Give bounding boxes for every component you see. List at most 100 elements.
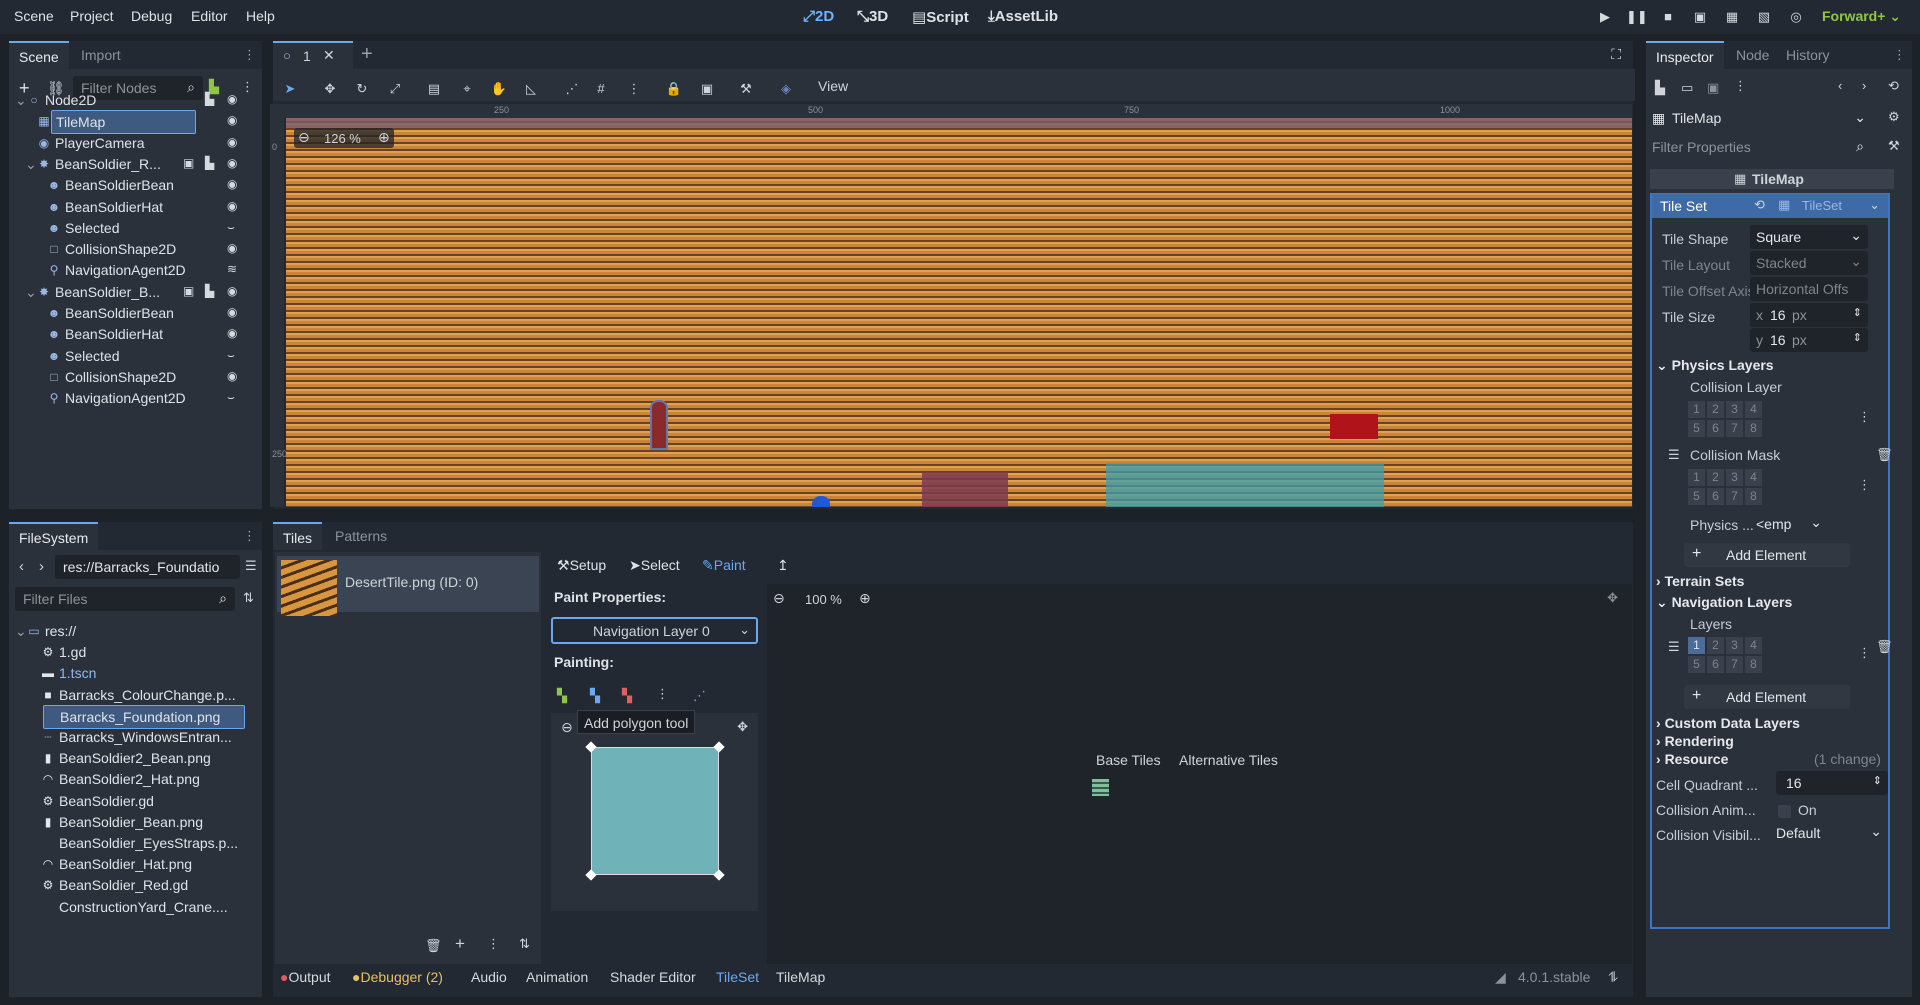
tab-animation[interactable]: Animation [526, 969, 588, 985]
tile-set-row[interactable]: Tile Set ⟲ ▦ TileSet ⌄ [1652, 194, 1888, 218]
script-icon[interactable]: ▙ [205, 92, 219, 106]
new-resource-icon[interactable]: ▙ [1655, 80, 1665, 96]
layer-bit-cell[interactable]: 8 [1745, 656, 1762, 673]
scene-tree-row[interactable]: □ CollisionShape2D ◉ [9, 366, 237, 388]
scene-tree-row[interactable]: □ CollisionShape2D ◉ [9, 238, 237, 260]
layer-menu-icon[interactable]: ⋮ [1858, 477, 1871, 493]
history-icon[interactable]: ⟲ [1888, 78, 1899, 94]
zoom-in-icon[interactable]: ⊕ [859, 590, 871, 607]
zoom-in-icon[interactable]: ⊕ [378, 129, 390, 146]
movie-maker-icon[interactable]: ◎ [1786, 7, 1806, 27]
close-icon[interactable]: ✕ [323, 47, 335, 64]
scene-instance-icon[interactable]: ▣ [183, 156, 197, 170]
tab-inspector[interactable]: Inspector [1646, 41, 1724, 69]
visibility-icon[interactable]: ◉ [227, 369, 241, 383]
tab-audio[interactable]: Audio [471, 969, 507, 985]
polygon-editor[interactable]: ⊖ ✥ [551, 713, 758, 911]
chevron-down-icon[interactable]: ⌄ [25, 281, 37, 303]
visibility-icon[interactable]: ◉ [227, 177, 241, 191]
layer-bit-cell[interactable]: 2 [1707, 637, 1724, 654]
tab-shader-editor[interactable]: Shader Editor [610, 969, 696, 985]
layer-bit-cell[interactable]: 2 [1707, 401, 1724, 418]
signal-icon[interactable]: ≋ [227, 262, 241, 276]
polygon-edit-icon[interactable]: ▚ [590, 688, 600, 704]
atlas-view[interactable]: ⊖ 100 % ⊕ ✥ Base Tiles Alternative Tiles [767, 584, 1632, 964]
layer-bit-cell[interactable]: 7 [1726, 656, 1743, 673]
tab-debugger[interactable]: ●Debugger (2) [352, 969, 443, 985]
collision-mask-grid[interactable]: 1234 5678 [1688, 469, 1763, 505]
visibility-icon[interactable]: ◉ [227, 113, 241, 127]
pan-tool-icon[interactable]: ✋ [490, 80, 508, 98]
select-button[interactable]: ➤Select [629, 557, 680, 574]
stepper-icon[interactable]: ⇕ [1873, 774, 1882, 787]
sort-icon[interactable]: ⇅ [519, 936, 530, 952]
scale-tool-icon[interactable]: ⤢ [386, 80, 404, 98]
file-tree-item[interactable]: ▬ 1.tscn [9, 662, 249, 684]
tile-offset-select[interactable]: Horizontal Offs [1750, 277, 1868, 301]
file-tree-item[interactable]: ◠ BeanSoldier2_Hat.png [9, 768, 249, 790]
layer-bit-cell[interactable]: 3 [1726, 469, 1743, 486]
layer-bit-cell[interactable]: 1 [1688, 637, 1705, 654]
polygon-add-icon[interactable]: ▚ [557, 688, 567, 704]
scene-menu-icon[interactable]: ⋮ [241, 79, 254, 95]
collision-layer-grid[interactable]: 1234 5678 [1688, 401, 1763, 437]
renderer-select[interactable]: Forward+ ⌄ [1822, 8, 1901, 25]
stop-icon[interactable]: ■ [1658, 7, 1678, 27]
layer-menu-icon[interactable]: ⋮ [1858, 645, 1871, 661]
layer-bit-cell[interactable]: 3 [1726, 637, 1743, 654]
physics-material-select[interactable]: <emp ⌄ [1756, 512, 1826, 536]
layer-bit-cell[interactable]: 6 [1707, 656, 1724, 673]
pin-icon[interactable]: ⥮ [1608, 969, 1618, 986]
hidden-icon[interactable]: ⌣ [227, 348, 241, 362]
remote-debug-icon[interactable]: ▣ [1690, 7, 1710, 27]
pivot-tool-icon[interactable]: ⌖ [458, 80, 476, 98]
camera-override-icon[interactable]: ◈ [777, 80, 795, 98]
collision-anim-checkbox[interactable] [1778, 805, 1791, 818]
movie-icon[interactable]: ▦ [1722, 7, 1742, 27]
visibility-icon[interactable]: ◉ [227, 326, 241, 340]
chevron-down-icon[interactable]: ⌄ [15, 89, 27, 111]
fullscreen-icon[interactable]: ⛶ [1611, 46, 1621, 63]
scene-tree-row[interactable]: ☻ BeanSoldierBean ◉ [9, 174, 238, 196]
add-element-button[interactable]: + Add Element [1684, 543, 1850, 567]
tile-layout-select[interactable]: Stacked ⌄ [1750, 251, 1868, 275]
terrain-sets-section[interactable]: › Terrain Sets [1656, 573, 1744, 589]
tools-icon[interactable]: ⚒ [1888, 138, 1900, 154]
unit-sprite[interactable] [812, 496, 830, 507]
scene-tree-row[interactable]: ⌄ ○ Node2D ▙ ◉ [9, 89, 237, 111]
tab-tilemap[interactable]: TileMap [776, 969, 825, 985]
move-tool-icon[interactable]: ✥ [321, 80, 339, 98]
collision-visibility-select[interactable]: Default ⌄ [1776, 821, 1888, 845]
scene-tree-row[interactable]: ⚲ NavigationAgent2D ⌣ [9, 387, 235, 409]
tab-scene[interactable]: Scene [9, 41, 69, 69]
tab-node[interactable]: Node [1726, 41, 1779, 69]
navigation-layer-grid[interactable]: 1234 5678 [1688, 637, 1763, 673]
zoom-out-icon[interactable]: ⊖ [773, 590, 785, 607]
layer-bit-cell[interactable]: 7 [1726, 488, 1743, 505]
barracks-sprite[interactable] [1106, 463, 1384, 507]
path-field[interactable]: res://Barracks_Foundatio [55, 555, 240, 579]
mode-assetlib-button[interactable]: ⤓AssetLib [988, 8, 1058, 25]
layer-bit-cell[interactable]: 1 [1688, 401, 1705, 418]
zoom-out-icon[interactable]: ⊖ [298, 129, 310, 146]
chevron-down-icon[interactable]: ⌄ [25, 153, 37, 175]
scene-tree-row[interactable]: ⌄ ✸ BeanSoldier_B... ▣ ▙ ◉ [9, 281, 237, 303]
navigation-polygon[interactable] [591, 747, 719, 875]
dock-menu-icon[interactable]: ⋮ [1893, 47, 1906, 63]
forward-icon[interactable]: › [1862, 78, 1866, 93]
file-tree-item[interactable]: ■ Barracks_ColourChange.p... [9, 684, 249, 706]
layer-menu-icon[interactable]: ⋮ [1858, 409, 1871, 425]
file-tree-item[interactable]: ┄ Barracks_WindowsEntran... [9, 726, 249, 748]
grid-snap-icon[interactable]: # [592, 80, 610, 98]
setup-button[interactable]: ⚒Setup [557, 557, 606, 574]
split-view-icon[interactable]: ☰ [245, 558, 257, 574]
scene-tree-row[interactable]: ☻ BeanSoldierBean ◉ [9, 302, 238, 324]
rendering-section[interactable]: › Rendering [1656, 733, 1734, 749]
file-tree-item[interactable]: BeanSoldier_EyesStraps.p... [9, 832, 249, 854]
scene-tree-row[interactable]: ⌄ ✸ BeanSoldier_R... ▣ ▙ ◉ [9, 153, 237, 175]
add-element-button[interactable]: + Add Element [1684, 685, 1850, 709]
drag-handle-icon[interactable]: ☰ [1668, 447, 1680, 463]
scene-tree-row[interactable]: ⚲ NavigationAgent2D ≋ [9, 259, 237, 281]
tab-patterns[interactable]: Patterns [325, 522, 397, 550]
custom-data-section[interactable]: › Custom Data Layers [1656, 715, 1800, 731]
